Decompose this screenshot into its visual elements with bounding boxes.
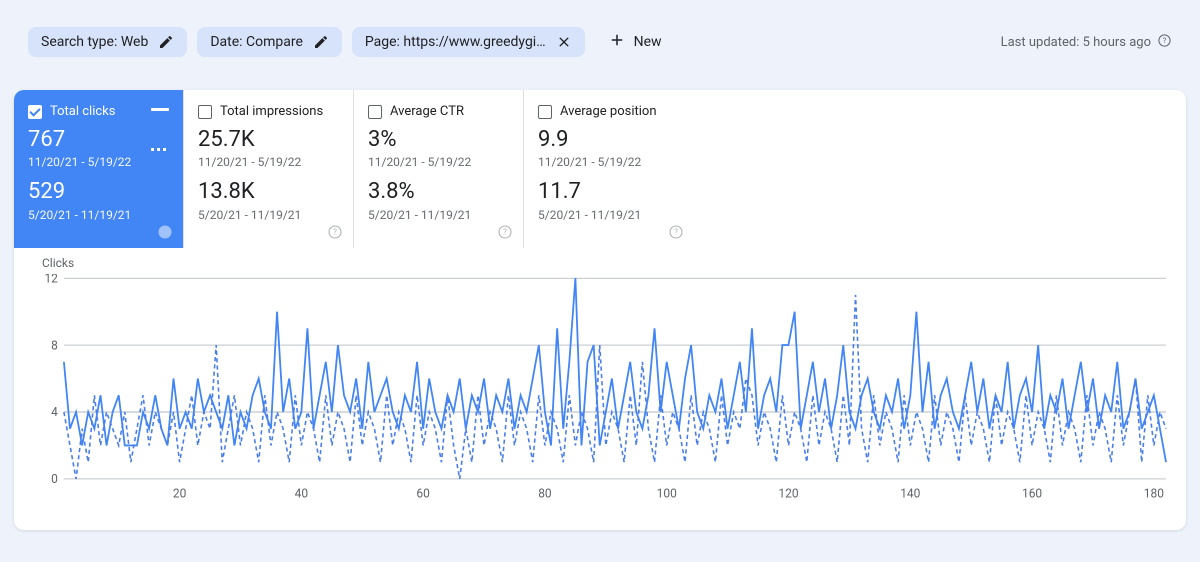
metric-range-1: 11/20/21 - 5/19/22 [538, 155, 680, 169]
help-icon[interactable]: ? [1157, 33, 1172, 52]
metric-value-1: 25.7K [198, 127, 339, 153]
pencil-icon [158, 34, 174, 50]
last-updated: Last updated: 5 hours ago ? [1001, 33, 1172, 52]
checkbox-icon [538, 105, 552, 119]
metric-range-1: 11/20/21 - 5/19/22 [198, 155, 339, 169]
filter-bar: Search type: Web Date: Compare Page: htt… [0, 0, 1200, 72]
checkbox-icon [368, 105, 382, 119]
page-chip-label: Page: https://www.greedygi… [365, 34, 546, 50]
svg-text:20: 20 [173, 486, 187, 500]
last-updated-text: Last updated: 5 hours ago [1001, 35, 1151, 50]
svg-text:100: 100 [657, 486, 677, 500]
metric-tabs: Total clicks 767 11/20/21 - 5/19/22 529 … [14, 90, 1186, 248]
search-type-chip[interactable]: Search type: Web [28, 27, 187, 57]
metric-value-2: 13.8K [198, 179, 339, 205]
svg-text:40: 40 [295, 486, 309, 500]
y-axis-label: Clicks [42, 256, 1172, 270]
svg-text:80: 80 [538, 486, 552, 500]
metric-label: Total clicks [50, 104, 115, 119]
legend-dashed-icon [151, 148, 169, 151]
metric-total-clicks[interactable]: Total clicks 767 11/20/21 - 5/19/22 529 … [14, 90, 184, 248]
performance-card: Total clicks 767 11/20/21 - 5/19/22 529 … [14, 90, 1186, 530]
metric-value-1: 3% [368, 127, 509, 153]
svg-text:12: 12 [44, 274, 58, 285]
svg-text:?: ? [333, 227, 337, 236]
svg-text:?: ? [163, 227, 167, 236]
metric-range-2: 5/20/21 - 11/19/21 [538, 208, 680, 222]
svg-text:60: 60 [416, 486, 430, 500]
new-label: New [634, 34, 662, 50]
metric-value-1: 9.9 [538, 127, 680, 153]
legend-solid-icon [151, 108, 169, 111]
plus-icon [608, 31, 626, 53]
metric-value-2: 11.7 [538, 179, 680, 205]
metric-average-ctr[interactable]: Average CTR 3% 11/20/21 - 5/19/22 3.8% 5… [354, 90, 524, 248]
search-type-chip-label: Search type: Web [41, 34, 148, 50]
svg-text:8: 8 [51, 338, 58, 352]
metric-label: Average position [560, 104, 657, 119]
help-icon[interactable]: ? [497, 224, 513, 240]
checkbox-icon [28, 105, 42, 119]
svg-text:?: ? [503, 227, 507, 236]
metric-range-2: 5/20/21 - 11/19/21 [28, 208, 169, 222]
metric-total-impressions[interactable]: Total impressions 25.7K 11/20/21 - 5/19/… [184, 90, 354, 248]
svg-text:?: ? [674, 227, 678, 236]
metric-value-2: 3.8% [368, 179, 509, 205]
add-filter-button[interactable]: New [595, 24, 675, 60]
checkbox-icon [198, 105, 212, 119]
svg-text:4: 4 [51, 405, 58, 419]
help-icon[interactable]: ? [157, 224, 173, 240]
metric-average-position[interactable]: Average position 9.9 11/20/21 - 5/19/22 … [524, 90, 694, 248]
clicks-line-chart[interactable]: 0 4 8 12 20 40 60 80 100 120 140 160 180 [36, 274, 1172, 504]
metric-value-2: 529 [28, 179, 169, 205]
chart-area: Clicks 0 4 8 12 20 40 60 80 100 120 140 160 180 [14, 248, 1186, 530]
svg-text:0: 0 [51, 472, 58, 486]
filter-chips: Search type: Web Date: Compare Page: htt… [28, 24, 675, 60]
date-chip[interactable]: Date: Compare [197, 27, 342, 57]
metric-range-1: 11/20/21 - 5/19/22 [368, 155, 509, 169]
help-icon[interactable]: ? [668, 224, 684, 240]
date-chip-label: Date: Compare [210, 34, 303, 50]
svg-text:140: 140 [900, 486, 920, 500]
pencil-icon [313, 34, 329, 50]
page-chip[interactable]: Page: https://www.greedygi… [352, 27, 585, 57]
help-icon[interactable]: ? [327, 224, 343, 240]
metric-label: Total impressions [220, 104, 323, 119]
metric-value-1: 767 [28, 127, 169, 153]
metric-label: Average CTR [390, 104, 464, 119]
svg-text:180: 180 [1144, 486, 1164, 500]
close-icon[interactable] [556, 34, 572, 50]
metric-range-1: 11/20/21 - 5/19/22 [28, 155, 169, 169]
svg-text:120: 120 [778, 486, 798, 500]
metric-range-2: 5/20/21 - 11/19/21 [198, 208, 339, 222]
svg-text:?: ? [1163, 36, 1167, 45]
metric-range-2: 5/20/21 - 11/19/21 [368, 208, 509, 222]
svg-text:160: 160 [1022, 486, 1042, 500]
